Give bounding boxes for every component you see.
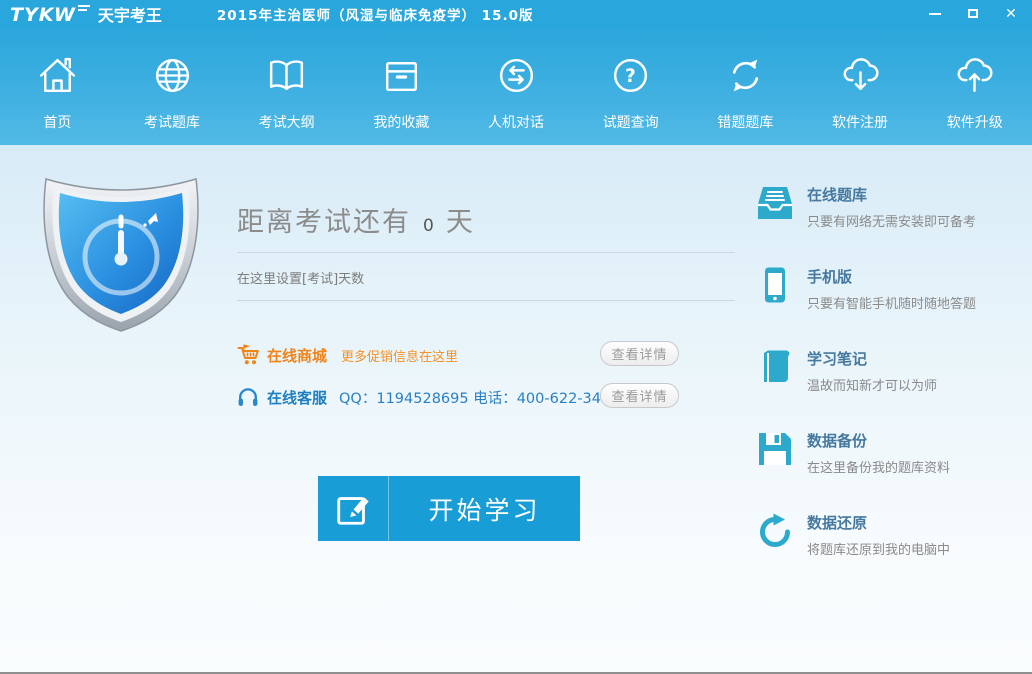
mall-detail-button[interactable]: 查看详情 [600,341,679,366]
service-contact-text: QQ：1194528695 电话：400-622-3466 [339,387,619,408]
divider [237,300,735,301]
countdown-prefix: 距离考试还有 [237,207,411,238]
titlebar: TYKW 天宇考王 2015年主治医师（风湿与临床免疫学） 15.0版 ✕ [0,0,1032,27]
mall-promo-text[interactable]: 更多促销信息在这里 [341,346,458,365]
shield-clock-logo [32,165,210,335]
start-study-button[interactable]: 开始学习 [318,476,580,541]
inbox-tray-icon [755,183,795,223]
nav-label: 人机对话 [488,112,544,132]
sidebar-item-text: 数据还原 将题库还原到我的电脑中 [807,511,950,558]
sidebar-item-title: 在线题库 [807,184,976,205]
sidebar-item-text: 在线题库 只要有网络无需安装即可备考 [807,183,976,230]
logo-text: TYKW [10,4,76,26]
countdown-days: 0 [423,216,434,236]
sidebar-item-subtitle: 只要有网络无需安装即可备考 [807,211,976,230]
nav-label: 软件注册 [832,112,888,132]
nav-label: 软件升级 [947,112,1003,132]
nav-label: 错题题库 [717,112,773,132]
content-area: 距离考试还有 0天 在这里设置[考试]天数 在线商城 更多促销信息在这里 查看详情 [0,145,1032,674]
nav-item-upgrade[interactable]: 软件升级 [917,27,1032,145]
sidebar-item-text: 手机版 只要有智能手机随时随地答题 [807,265,976,312]
sidebar-item-title: 学习笔记 [807,348,937,369]
nav-item-exam-outline[interactable]: 考试大纲 [229,27,344,145]
minimize-button[interactable] [928,7,942,21]
open-book-icon [263,52,310,99]
cloud-upload-icon [951,52,998,99]
countdown-setup-hint[interactable]: 在这里设置[考试]天数 [237,268,735,287]
archive-box-icon [378,52,425,99]
sidebar-item-subtitle: 温故而知新才可以为师 [807,375,937,394]
sidebar-item-text: 数据备份 在这里备份我的题库资料 [807,429,950,476]
sidebar-item-restore[interactable]: 数据还原 将题库还原到我的电脑中 [755,511,1020,558]
sidebar-item-online-bank[interactable]: 在线题库 只要有网络无需安装即可备考 [755,183,1020,230]
sidebar-item-subtitle: 在这里备份我的题库资料 [807,457,950,476]
sidebar-item-notes[interactable]: 学习笔记 温故而知新才可以为师 [755,347,1020,394]
shopping-cart-icon [237,344,263,366]
online-mall-row: 在线商城 更多促销信息在这里 查看详情 [237,342,735,368]
customer-service-label: 在线客服 [267,387,327,408]
smartphone-icon [755,265,795,305]
nav-item-wrong-questions[interactable]: 错题题库 [688,27,803,145]
sidebar-item-title: 手机版 [807,266,976,287]
svg-text:?: ? [625,66,636,87]
app-logo: TYKW 天宇考王 [10,2,162,26]
feature-sidebar: 在线题库 只要有网络无需安装即可备考 手机版 只要有智能手机随时随地答题 [755,183,1020,593]
exam-countdown: 距离考试还有 0天 [237,200,735,239]
divider [237,252,735,253]
customer-service-row: 在线客服 QQ：1194528695 电话：400-622-3466 查看详情 [237,384,735,410]
refresh-icon [722,52,769,99]
sidebar-item-subtitle: 只要有智能手机随时随地答题 [807,293,976,312]
countdown-suffix: 天 [446,207,475,238]
pencil-square-icon [318,476,389,541]
exchange-icon [493,52,540,99]
nav-label: 试题查询 [603,112,659,132]
nav-item-question-query[interactable]: ? 试题查询 [573,27,688,145]
nav-item-dialogue[interactable]: 人机对话 [459,27,574,145]
online-mall-label: 在线商城 [267,345,327,366]
sidebar-item-backup[interactable]: 数据备份 在这里备份我的题库资料 [755,429,1020,476]
logo-bars-icon [78,5,90,13]
maximize-button[interactable] [966,7,980,21]
sidebar-item-text: 学习笔记 温故而知新才可以为师 [807,347,937,394]
start-study-label: 开始学习 [389,491,580,527]
main-panel: 距离考试还有 0天 在这里设置[考试]天数 在线商城 更多促销信息在这里 查看详情 [237,200,735,410]
nav-label: 我的收藏 [373,112,429,132]
window-controls: ✕ [928,7,1018,21]
nav-item-favorites[interactable]: 我的收藏 [344,27,459,145]
nav-label: 首页 [43,112,71,132]
headset-icon [237,386,263,408]
nav-label: 考试大纲 [259,112,315,132]
nav-item-registration[interactable]: 软件注册 [803,27,918,145]
home-icon [34,52,81,99]
sidebar-item-title: 数据还原 [807,512,950,533]
nav-item-home[interactable]: 首页 [0,27,115,145]
question-circle-icon: ? [607,52,654,99]
app-window: TYKW 天宇考王 2015年主治医师（风湿与临床免疫学） 15.0版 ✕ 首页… [0,0,1032,674]
close-button[interactable]: ✕ [1004,7,1018,21]
globe-icon [149,52,196,99]
sidebar-item-title: 数据备份 [807,430,950,451]
nav-item-exam-bank[interactable]: 考试题库 [115,27,230,145]
floppy-disk-icon [755,429,795,469]
notebook-icon [755,347,795,387]
restore-arrow-icon [755,511,795,551]
nav-label: 考试题库 [144,112,200,132]
service-detail-button[interactable]: 查看详情 [600,383,679,408]
cloud-download-icon [837,52,884,99]
window-title: 2015年主治医师（风湿与临床免疫学） 15.0版 [217,4,534,24]
main-nav: 首页 考试题库 考试大纲 我的收藏 [0,27,1032,145]
logo-cn-text: 天宇考王 [98,2,162,26]
sidebar-item-subtitle: 将题库还原到我的电脑中 [807,539,950,558]
sidebar-item-mobile[interactable]: 手机版 只要有智能手机随时随地答题 [755,265,1020,312]
